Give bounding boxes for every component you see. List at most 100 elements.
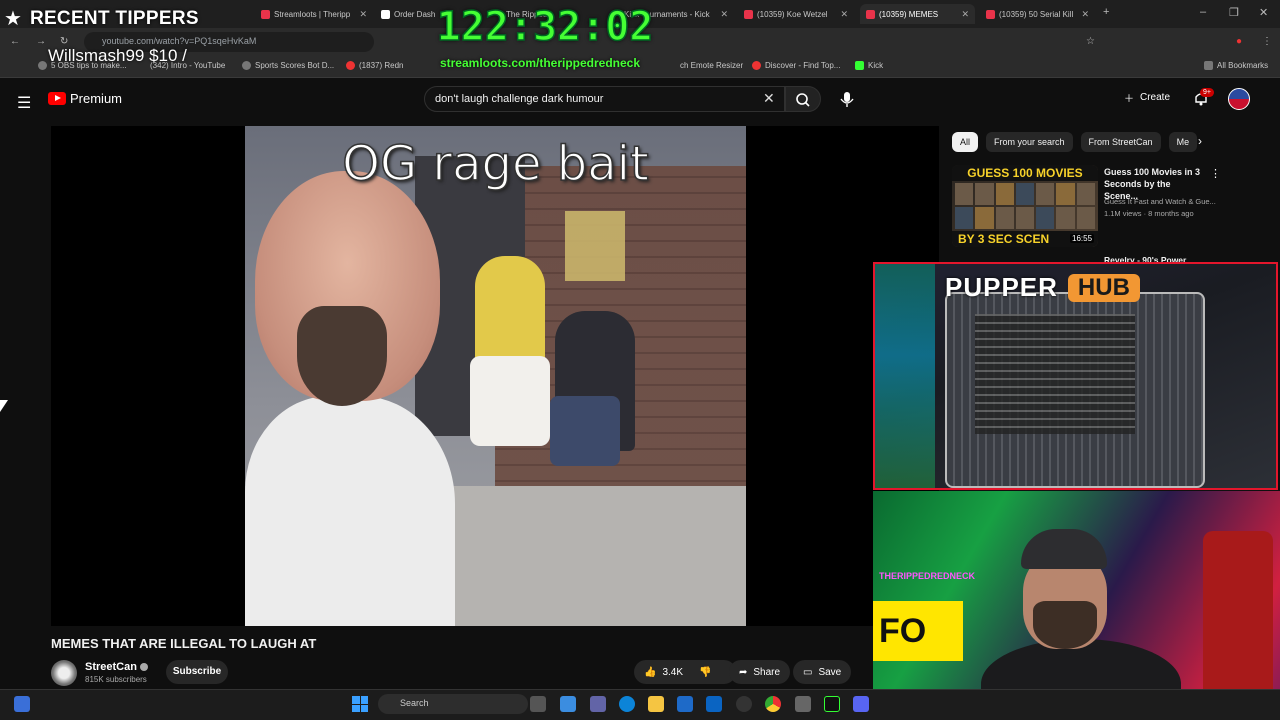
search-button[interactable] xyxy=(785,86,821,112)
bookmark-emote-resizer[interactable]: ch Emote Resizer xyxy=(680,61,743,70)
terminal-icon[interactable] xyxy=(824,696,840,712)
profile-icon[interactable]: ● xyxy=(1236,36,1242,47)
bookmark-kick[interactable]: Kick xyxy=(855,61,883,70)
file-explorer-icon[interactable] xyxy=(648,696,664,712)
save-button[interactable]: ▭ Save xyxy=(793,660,852,684)
start-menu-icon[interactable] xyxy=(352,696,368,712)
chrome-icon[interactable] xyxy=(765,696,781,712)
bookmark-sports-scores[interactable]: Sports Scores Bot D... xyxy=(242,61,334,70)
like-icon[interactable]: 👍 xyxy=(644,667,656,678)
maximize-button[interactable]: ❐ xyxy=(1229,6,1239,19)
bookmark-star-icon[interactable]: ☆ xyxy=(1086,36,1095,47)
close-icon[interactable]: ✕ xyxy=(961,9,969,20)
new-tab-button[interactable]: + xyxy=(1103,6,1109,18)
chip-from-your-search[interactable]: From your search xyxy=(986,132,1073,152)
man-white-shirt xyxy=(245,396,455,626)
menu-icon[interactable]: ⋮ xyxy=(1262,36,1272,47)
microphone-icon[interactable] xyxy=(838,90,856,108)
neon-light xyxy=(875,264,935,488)
windows-taskbar xyxy=(0,689,1280,720)
crate-door xyxy=(975,314,1135,434)
chip-all[interactable]: All xyxy=(952,132,979,152)
tab-koe-wetzel[interactable]: (10359) Koe Wetzel ✕ xyxy=(738,4,854,24)
widgets-icon[interactable] xyxy=(14,696,30,712)
channel-name[interactable]: StreetCan xyxy=(85,661,148,673)
more-actions-icon[interactable]: ⋮ xyxy=(1210,167,1221,180)
page-icon xyxy=(381,9,390,19)
teams-icon[interactable] xyxy=(590,696,606,712)
store-icon[interactable] xyxy=(677,696,693,712)
tipper-entry: Willsmash99 $10 / xyxy=(48,46,187,65)
yellow-sign: FO xyxy=(873,601,963,661)
folder-icon xyxy=(1204,61,1213,70)
youtube-icon xyxy=(986,9,995,19)
forward-icon[interactable]: → xyxy=(36,36,46,47)
streamloots-url: streamloots.com/therippedredneck xyxy=(439,56,641,70)
back-icon[interactable]: ← xyxy=(10,36,20,47)
neon-sign: THERIPPEDREDNECK xyxy=(879,571,976,581)
task-view-icon[interactable] xyxy=(530,696,546,712)
tippers-title: RECENT TIPPERS xyxy=(29,7,199,29)
recommendation-meta: Guess It Fast and Watch & Gue... 1.1M vi… xyxy=(1104,196,1222,220)
search-input[interactable]: don't laugh challenge dark humour xyxy=(424,86,785,112)
chip-from-streetcan[interactable]: From StreetCan xyxy=(1080,132,1161,152)
mouse-cursor-icon xyxy=(0,400,8,412)
man-goatee xyxy=(297,306,387,406)
all-bookmarks[interactable]: All Bookmarks xyxy=(1204,61,1268,70)
like-dislike-group: 👍 3.4K 👎 xyxy=(634,660,736,684)
share-icon: ➦ xyxy=(739,666,748,678)
taskbar-search[interactable]: Search xyxy=(378,694,528,714)
recommendation-channel[interactable]: Guess It Fast and Watch & Gue... xyxy=(1104,196,1222,208)
video-title: MEMES THAT ARE ILLEGAL TO LAUGH AT xyxy=(51,636,317,651)
video-frame[interactable]: OG rage bait xyxy=(245,126,746,626)
close-icon[interactable]: ✕ xyxy=(840,9,848,20)
thumb-poster-grid xyxy=(955,183,1095,229)
poster xyxy=(565,211,625,281)
clear-search-icon[interactable]: ✕ xyxy=(763,90,775,107)
filter-chips: All From your search From StreetCan Me xyxy=(952,132,1198,152)
notification-badge: 9+ xyxy=(1200,88,1214,97)
account-avatar[interactable] xyxy=(1228,88,1250,110)
gaming-chair xyxy=(1203,531,1273,711)
youtube-icon xyxy=(866,9,875,19)
youtube-icon xyxy=(346,61,355,70)
tab-memes[interactable]: (10359) MEMES ✕ xyxy=(860,4,975,24)
verified-icon xyxy=(139,663,148,672)
page-icon xyxy=(752,61,761,70)
hamburger-menu-icon[interactable]: ☰ xyxy=(17,93,31,113)
pupper-hub-overlay: PUPPER HUB xyxy=(873,262,1278,490)
tab-streamloots[interactable]: Streamloots | Theripp ✕ xyxy=(255,4,373,24)
search-icon xyxy=(796,93,810,107)
share-button[interactable]: ➦ Share xyxy=(729,660,791,684)
close-window-button[interactable]: ✕ xyxy=(1259,6,1268,19)
thumb-top-text: GUESS 100 MOVIES xyxy=(952,165,1098,181)
youtube-logo[interactable]: Premium xyxy=(48,91,122,106)
recommendation-views: 1.1M views · 8 months ago xyxy=(1104,209,1194,218)
recent-tippers-overlay: ★ RECENT TIPPERS xyxy=(4,6,199,31)
subscribe-button[interactable]: Subscribe xyxy=(166,660,228,684)
edge-icon[interactable] xyxy=(619,696,635,712)
page-icon xyxy=(38,61,47,70)
plus-icon: ＋ xyxy=(1124,94,1134,105)
close-icon[interactable]: ✕ xyxy=(720,9,728,20)
app-icon[interactable] xyxy=(795,696,811,712)
close-icon[interactable]: ✕ xyxy=(359,9,367,20)
streamer-hat xyxy=(1021,529,1107,569)
close-icon[interactable]: ✕ xyxy=(1081,9,1089,20)
save-icon: ▭ xyxy=(803,666,813,678)
chip-more[interactable]: Me xyxy=(1168,132,1198,152)
subathon-timer: 122:32:02 xyxy=(436,3,654,51)
minimize-button[interactable]: – xyxy=(1200,6,1206,18)
create-button[interactable]: ＋ Create xyxy=(1124,90,1170,105)
dislike-icon[interactable]: 👎 xyxy=(699,667,711,678)
chevron-right-icon[interactable]: › xyxy=(1198,134,1202,148)
outlook-icon[interactable] xyxy=(706,696,722,712)
channel-avatar[interactable] xyxy=(51,660,77,686)
bookmark-discover[interactable]: Discover - Find Top... xyxy=(752,61,840,70)
obs-icon[interactable] xyxy=(736,696,752,712)
copilot-icon[interactable] xyxy=(560,696,576,712)
discord-icon[interactable] xyxy=(853,696,869,712)
streamer-beard xyxy=(1033,601,1097,649)
tab-serial-killers[interactable]: (10359) 50 Serial Kill ✕ xyxy=(980,4,1095,24)
like-count[interactable]: 3.4K xyxy=(662,667,683,678)
